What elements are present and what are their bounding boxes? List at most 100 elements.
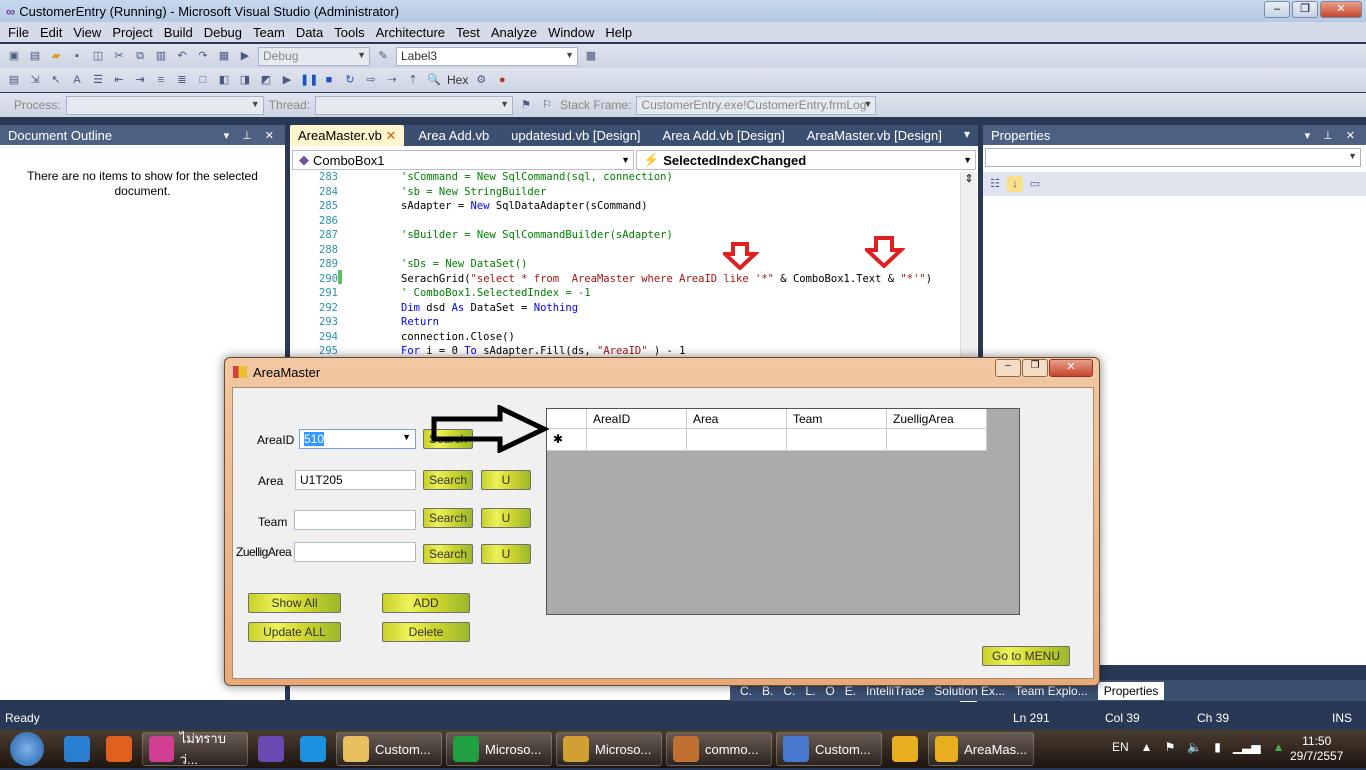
menu-tools[interactable]: Tools bbox=[330, 25, 371, 40]
dialog-maximize-button[interactable]: ❐ bbox=[1022, 359, 1048, 377]
menu-edit[interactable]: Edit bbox=[36, 25, 69, 40]
solution-explorer-icon[interactable]: ▩ bbox=[583, 48, 599, 64]
menu-help[interactable]: Help bbox=[601, 25, 639, 40]
grid-column-header[interactable]: Team bbox=[787, 409, 887, 429]
copy-icon[interactable]: ⧉ bbox=[132, 48, 148, 64]
event-combo[interactable]: ⚡ SelectedIndexChanged ▼ bbox=[636, 150, 976, 170]
stop-icon[interactable]: ■ bbox=[321, 72, 337, 88]
bookmark-icon[interactable]: □ bbox=[195, 72, 211, 88]
taskbar-button[interactable] bbox=[100, 732, 138, 766]
volume-icon[interactable]: 🔈 bbox=[1187, 740, 1202, 754]
action-center-icon[interactable]: ⚑ bbox=[1165, 740, 1176, 754]
outdent-icon[interactable]: ⇤ bbox=[111, 72, 127, 88]
dialog-close-button[interactable]: ✕ bbox=[1049, 359, 1093, 377]
new-project-icon[interactable]: ▣ bbox=[6, 48, 22, 64]
uncomment-icon[interactable]: ≣ bbox=[174, 72, 190, 88]
team-update-button[interactable]: U bbox=[481, 508, 531, 528]
breakpoints-icon[interactable]: ● bbox=[494, 72, 510, 88]
clock[interactable]: 11:50 29/7/2557 bbox=[1290, 734, 1343, 764]
continue-icon[interactable]: ▶ bbox=[279, 72, 295, 88]
menu-architecture[interactable]: Architecture bbox=[372, 25, 452, 40]
drive-icon[interactable]: ▲ bbox=[1273, 740, 1285, 754]
pointer-icon[interactable]: ↖ bbox=[48, 72, 64, 88]
clear-bookmark-icon[interactable]: ◩ bbox=[258, 72, 274, 88]
object-combo[interactable]: ◆ ComboBox1 ▼ bbox=[292, 150, 634, 170]
threads-icon[interactable]: ⚙ bbox=[473, 72, 489, 88]
data-grid[interactable]: ✱ AreaID Area Team ZuelligArea bbox=[546, 408, 1020, 615]
menu-test[interactable]: Test bbox=[452, 25, 487, 40]
stack-frame-combo[interactable]: CustomerEntry.exe!CustomerEntry.frmLog ▼ bbox=[636, 95, 877, 115]
save-icon[interactable]: ▪ bbox=[69, 48, 85, 64]
paste-icon[interactable]: ▥ bbox=[153, 48, 169, 64]
menu-project[interactable]: Project bbox=[108, 25, 159, 40]
menu-debug[interactable]: Debug bbox=[200, 25, 249, 40]
add-item-icon[interactable]: ▤ bbox=[27, 48, 43, 64]
panel-pin-close-icons[interactable]: ▾ ⊥ ✕ bbox=[1305, 129, 1360, 142]
taskbar-button[interactable]: Microso... bbox=[446, 732, 552, 766]
taskbar-button[interactable]: Custom... bbox=[776, 732, 882, 766]
pause-icon[interactable]: ❚❚ bbox=[300, 72, 318, 88]
menu-file[interactable]: File bbox=[4, 25, 36, 40]
configuration-combo[interactable]: Debug ▼ bbox=[258, 46, 370, 66]
areaid-combo[interactable]: 510 ▼ bbox=[299, 429, 416, 449]
menu-window[interactable]: Window bbox=[544, 25, 601, 40]
delete-button[interactable]: Delete bbox=[382, 622, 470, 642]
redo-icon[interactable]: ↷ bbox=[195, 48, 211, 64]
indent-icon[interactable]: ⇥ bbox=[132, 72, 148, 88]
taskbar-button[interactable]: AreaMas... bbox=[928, 732, 1034, 766]
taskbar-button[interactable]: commo... bbox=[666, 732, 772, 766]
taskbar-button[interactable]: Microso... bbox=[556, 732, 662, 766]
minimize-button[interactable]: – bbox=[1264, 1, 1290, 18]
start-button[interactable] bbox=[10, 732, 44, 766]
area-update-button[interactable]: U bbox=[481, 470, 531, 490]
find-icon[interactable]: ✎ bbox=[375, 48, 391, 64]
taskbar-button[interactable] bbox=[58, 732, 96, 766]
taskbar-button[interactable] bbox=[294, 732, 332, 766]
show-all-button[interactable]: Show All bbox=[248, 593, 341, 613]
grid-cell[interactable] bbox=[887, 429, 987, 451]
go-to-menu-button[interactable]: Go to MENU bbox=[982, 646, 1070, 666]
area-search-button[interactable]: Search bbox=[423, 470, 473, 490]
grid-column-header[interactable]: ZuelligArea bbox=[887, 409, 987, 429]
property-pages-icon[interactable]: ▭ bbox=[1027, 176, 1043, 192]
show-hidden-icons[interactable]: ▲ bbox=[1141, 740, 1153, 754]
categorized-icon[interactable]: ☷ bbox=[987, 176, 1003, 192]
font-size-icon[interactable]: A bbox=[69, 72, 85, 88]
grid-cell[interactable] bbox=[587, 429, 687, 451]
add-button[interactable]: ADD bbox=[382, 593, 470, 613]
team-input[interactable] bbox=[294, 510, 416, 530]
tool-tab[interactable]: Properties bbox=[1097, 681, 1165, 700]
flag-icon[interactable]: ⚑ bbox=[518, 97, 534, 113]
zuelligarea-search-button[interactable]: Search bbox=[423, 544, 473, 564]
menu-view[interactable]: View bbox=[69, 25, 108, 40]
language-indicator[interactable]: EN bbox=[1112, 740, 1129, 754]
thread-combo[interactable]: ▼ bbox=[315, 95, 514, 115]
quick-watch-icon[interactable]: 🔍 bbox=[426, 72, 442, 88]
close-button[interactable]: ✕ bbox=[1320, 1, 1362, 18]
area-input[interactable]: U1T205 bbox=[295, 470, 416, 490]
update-all-button[interactable]: Update ALL bbox=[248, 622, 341, 642]
grid-cell[interactable] bbox=[687, 429, 787, 451]
power-icon[interactable]: ▮ bbox=[1214, 740, 1221, 754]
menu-build[interactable]: Build bbox=[160, 25, 200, 40]
alphabetical-icon[interactable]: ↓ bbox=[1007, 176, 1023, 192]
prev-bookmark-icon[interactable]: ◧ bbox=[216, 72, 232, 88]
tab-overflow-icon[interactable]: ▾ bbox=[964, 127, 970, 141]
process-combo[interactable]: ▼ bbox=[65, 95, 264, 115]
taskbar-button[interactable]: ไม่ทราบว่... bbox=[142, 731, 248, 767]
undo-icon[interactable]: ↶ bbox=[174, 48, 190, 64]
panel-pin-close-icons[interactable]: ▾ ⊥ ✕ bbox=[224, 129, 279, 142]
taskbar-button[interactable] bbox=[886, 732, 924, 766]
editor-tab[interactable]: Area Add.vb [Design] bbox=[655, 125, 793, 146]
network-icon[interactable]: ▁▃▅ bbox=[1233, 740, 1261, 754]
filter-icon[interactable]: ⚐ bbox=[539, 97, 555, 113]
step-out-icon[interactable]: ⇡ bbox=[405, 72, 421, 88]
dialog-minimize-button[interactable]: – bbox=[995, 359, 1021, 377]
maximize-button[interactable]: ❐ bbox=[1292, 1, 1318, 18]
editor-tab[interactable]: AreaMaster.vb [Design] bbox=[799, 125, 950, 146]
properties-object-combo[interactable]: ▼ bbox=[985, 148, 1361, 167]
step-into-icon[interactable]: ⇨ bbox=[363, 72, 379, 88]
menu-team[interactable]: Team bbox=[249, 25, 292, 40]
align-icon[interactable]: ⇲ bbox=[27, 72, 43, 88]
code-area[interactable]: 283 'sCommand = New SqlCommand(sql, conne… bbox=[290, 170, 960, 360]
